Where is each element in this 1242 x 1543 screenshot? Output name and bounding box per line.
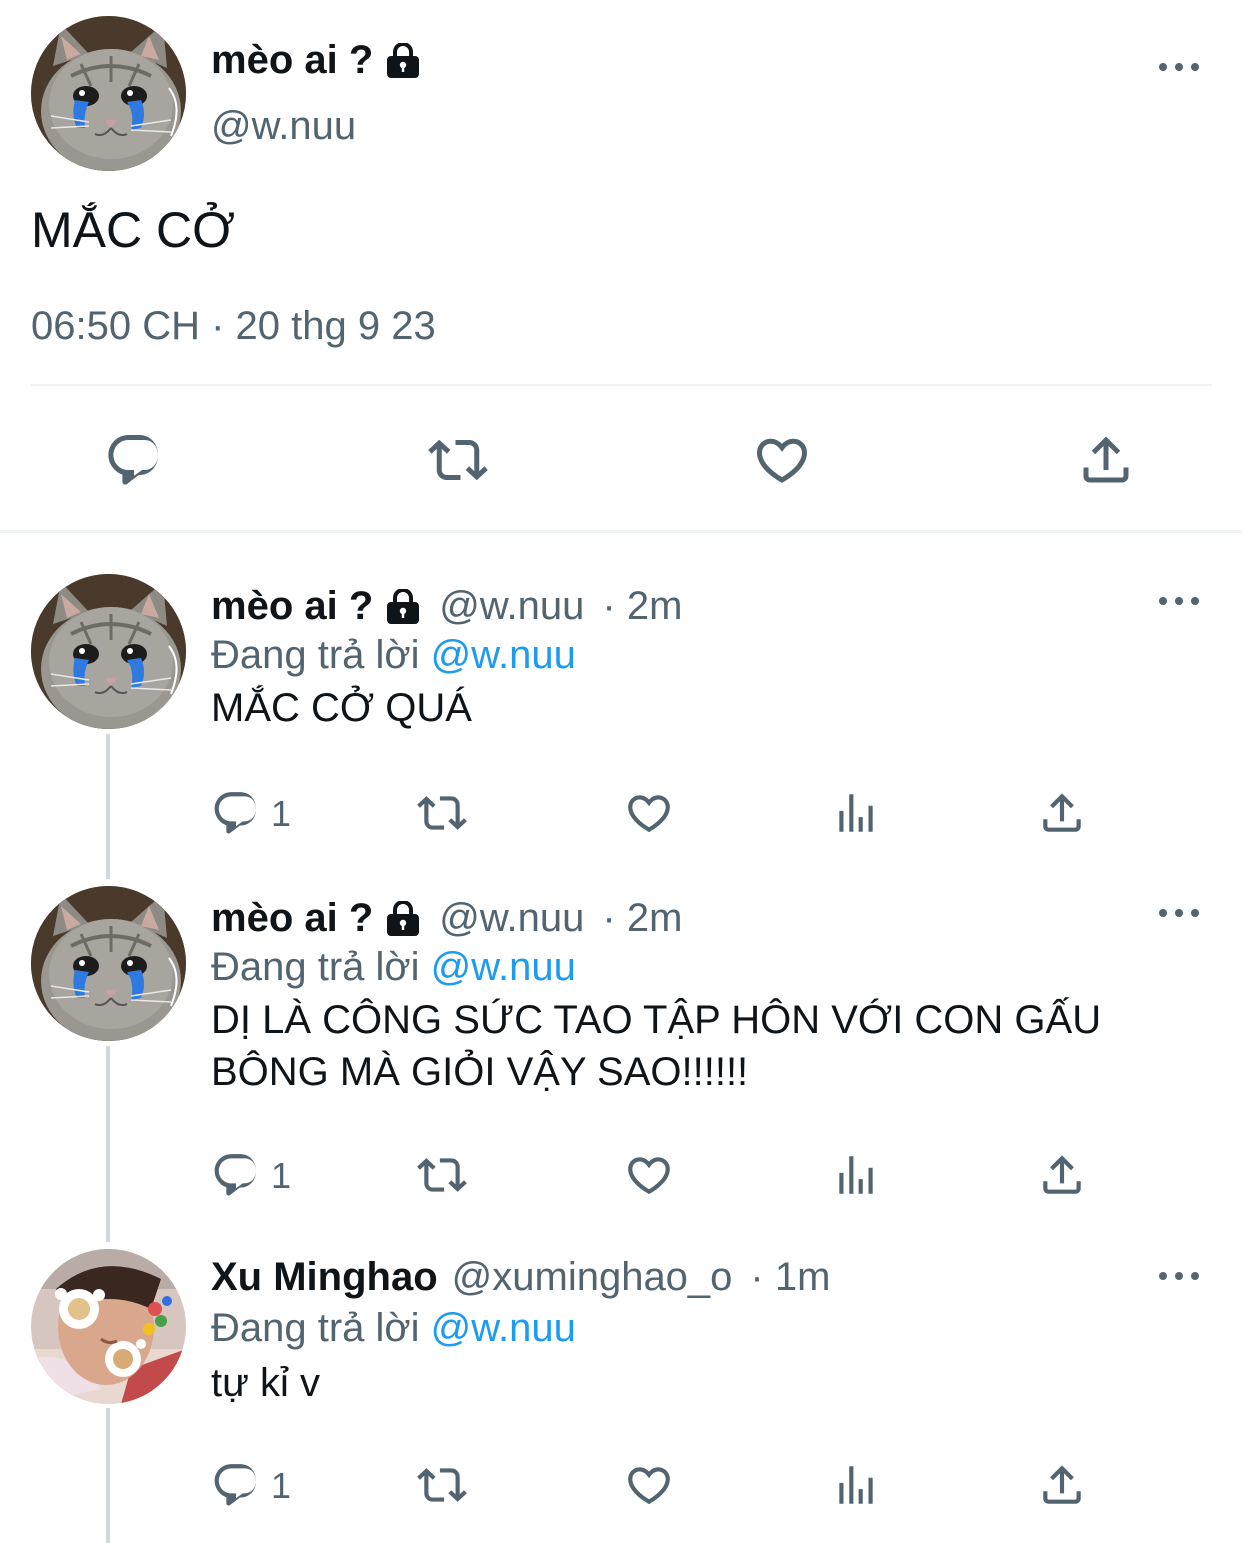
divider	[31, 384, 1212, 386]
share-icon[interactable]	[1076, 430, 1136, 490]
reply-header: mèo ai ? @w.nuu · 2m	[211, 582, 682, 630]
more-icon[interactable]	[1159, 906, 1199, 920]
reply-time[interactable]: · 1m	[750, 1253, 830, 1301]
avatar[interactable]	[31, 886, 186, 1041]
share-icon[interactable]	[1037, 788, 1087, 838]
thread-line	[106, 734, 110, 879]
reply-actions: 1	[211, 1460, 1111, 1510]
retweet-icon[interactable]	[417, 1150, 467, 1200]
display-name[interactable]: mèo ai ?	[211, 36, 373, 84]
reply-text: DỊ LÀ CÔNG SỨC TAO TẬP HÔN VỚI CON GẤU B…	[211, 998, 1102, 1094]
views-icon[interactable]	[831, 1150, 881, 1200]
thread-line	[106, 1408, 110, 1543]
like-icon[interactable]	[752, 430, 812, 490]
avatar[interactable]	[31, 16, 186, 171]
reply-count: 1	[271, 1465, 292, 1506]
replying-prefix: Đang trả lời	[211, 633, 420, 677]
views-icon[interactable]	[831, 1460, 881, 1510]
lock-icon	[383, 42, 423, 78]
like-icon[interactable]	[624, 1460, 674, 1510]
author-handle[interactable]: @w.nuu	[439, 894, 584, 942]
reply-actions: 1	[211, 1150, 1111, 1200]
author-handle[interactable]: @xuminghao_o	[452, 1253, 733, 1301]
tweet-text: MẮC CỞ	[31, 202, 235, 258]
reply-text: tự kỉ v	[211, 1361, 321, 1405]
retweet-icon[interactable]	[428, 430, 488, 490]
reply-count: 1	[271, 1155, 292, 1196]
author-handle[interactable]: @w.nuu	[439, 582, 584, 630]
reply-actions: 1	[211, 788, 1111, 838]
lock-icon	[383, 900, 423, 936]
reply-icon[interactable]	[211, 1150, 261, 1200]
reply-icon[interactable]	[104, 430, 164, 490]
like-icon[interactable]	[624, 788, 674, 838]
replying-to: Đang trả lời @w.nuu	[211, 943, 576, 991]
replying-prefix: Đang trả lời	[211, 1306, 420, 1350]
avatar[interactable]	[31, 1249, 186, 1404]
more-icon[interactable]	[1159, 60, 1199, 74]
retweet-icon[interactable]	[417, 788, 467, 838]
display-name[interactable]: Xu Minghao	[211, 1253, 438, 1301]
views-icon[interactable]	[831, 788, 881, 838]
display-name[interactable]: mèo ai ?	[211, 894, 373, 942]
avatar[interactable]	[31, 574, 186, 729]
thread-line	[106, 1046, 110, 1242]
main-tweet: mèo ai ? @w.nuu MẮC CỞ 06:50 CH · 20 thg…	[0, 0, 1242, 532]
reply-header: Xu Minghao @xuminghao_o · 1m	[211, 1253, 830, 1301]
author-name-row[interactable]: mèo ai ?	[211, 36, 423, 84]
replying-prefix: Đang trả lời	[211, 945, 420, 989]
replying-to-link[interactable]: @w.nuu	[431, 633, 576, 677]
replying-to: Đang trả lời @w.nuu	[211, 1304, 576, 1352]
display-name[interactable]: mèo ai ?	[211, 582, 373, 630]
reply-count: 1	[271, 793, 292, 834]
reply-icon[interactable]	[211, 788, 261, 838]
section-separator	[0, 530, 1242, 533]
reply-header: mèo ai ? @w.nuu · 2m	[211, 894, 682, 942]
like-icon[interactable]	[624, 1150, 674, 1200]
lock-icon	[383, 588, 423, 624]
author-handle[interactable]: @w.nuu	[211, 102, 356, 150]
reply-text: MẮC CỞ QUÁ	[211, 686, 472, 730]
replying-to-link[interactable]: @w.nuu	[431, 945, 576, 989]
reply-time[interactable]: · 2m	[602, 582, 682, 630]
replying-to-link[interactable]: @w.nuu	[431, 1306, 576, 1350]
more-icon[interactable]	[1159, 594, 1199, 608]
replying-to: Đang trả lời @w.nuu	[211, 631, 576, 679]
tweet-timestamp[interactable]: 06:50 CH · 20 thg 9 23	[31, 302, 436, 350]
retweet-icon[interactable]	[417, 1460, 467, 1510]
reply-icon[interactable]	[211, 1460, 261, 1510]
more-icon[interactable]	[1159, 1269, 1199, 1283]
share-icon[interactable]	[1037, 1460, 1087, 1510]
share-icon[interactable]	[1037, 1150, 1087, 1200]
reply-time[interactable]: · 2m	[602, 894, 682, 942]
